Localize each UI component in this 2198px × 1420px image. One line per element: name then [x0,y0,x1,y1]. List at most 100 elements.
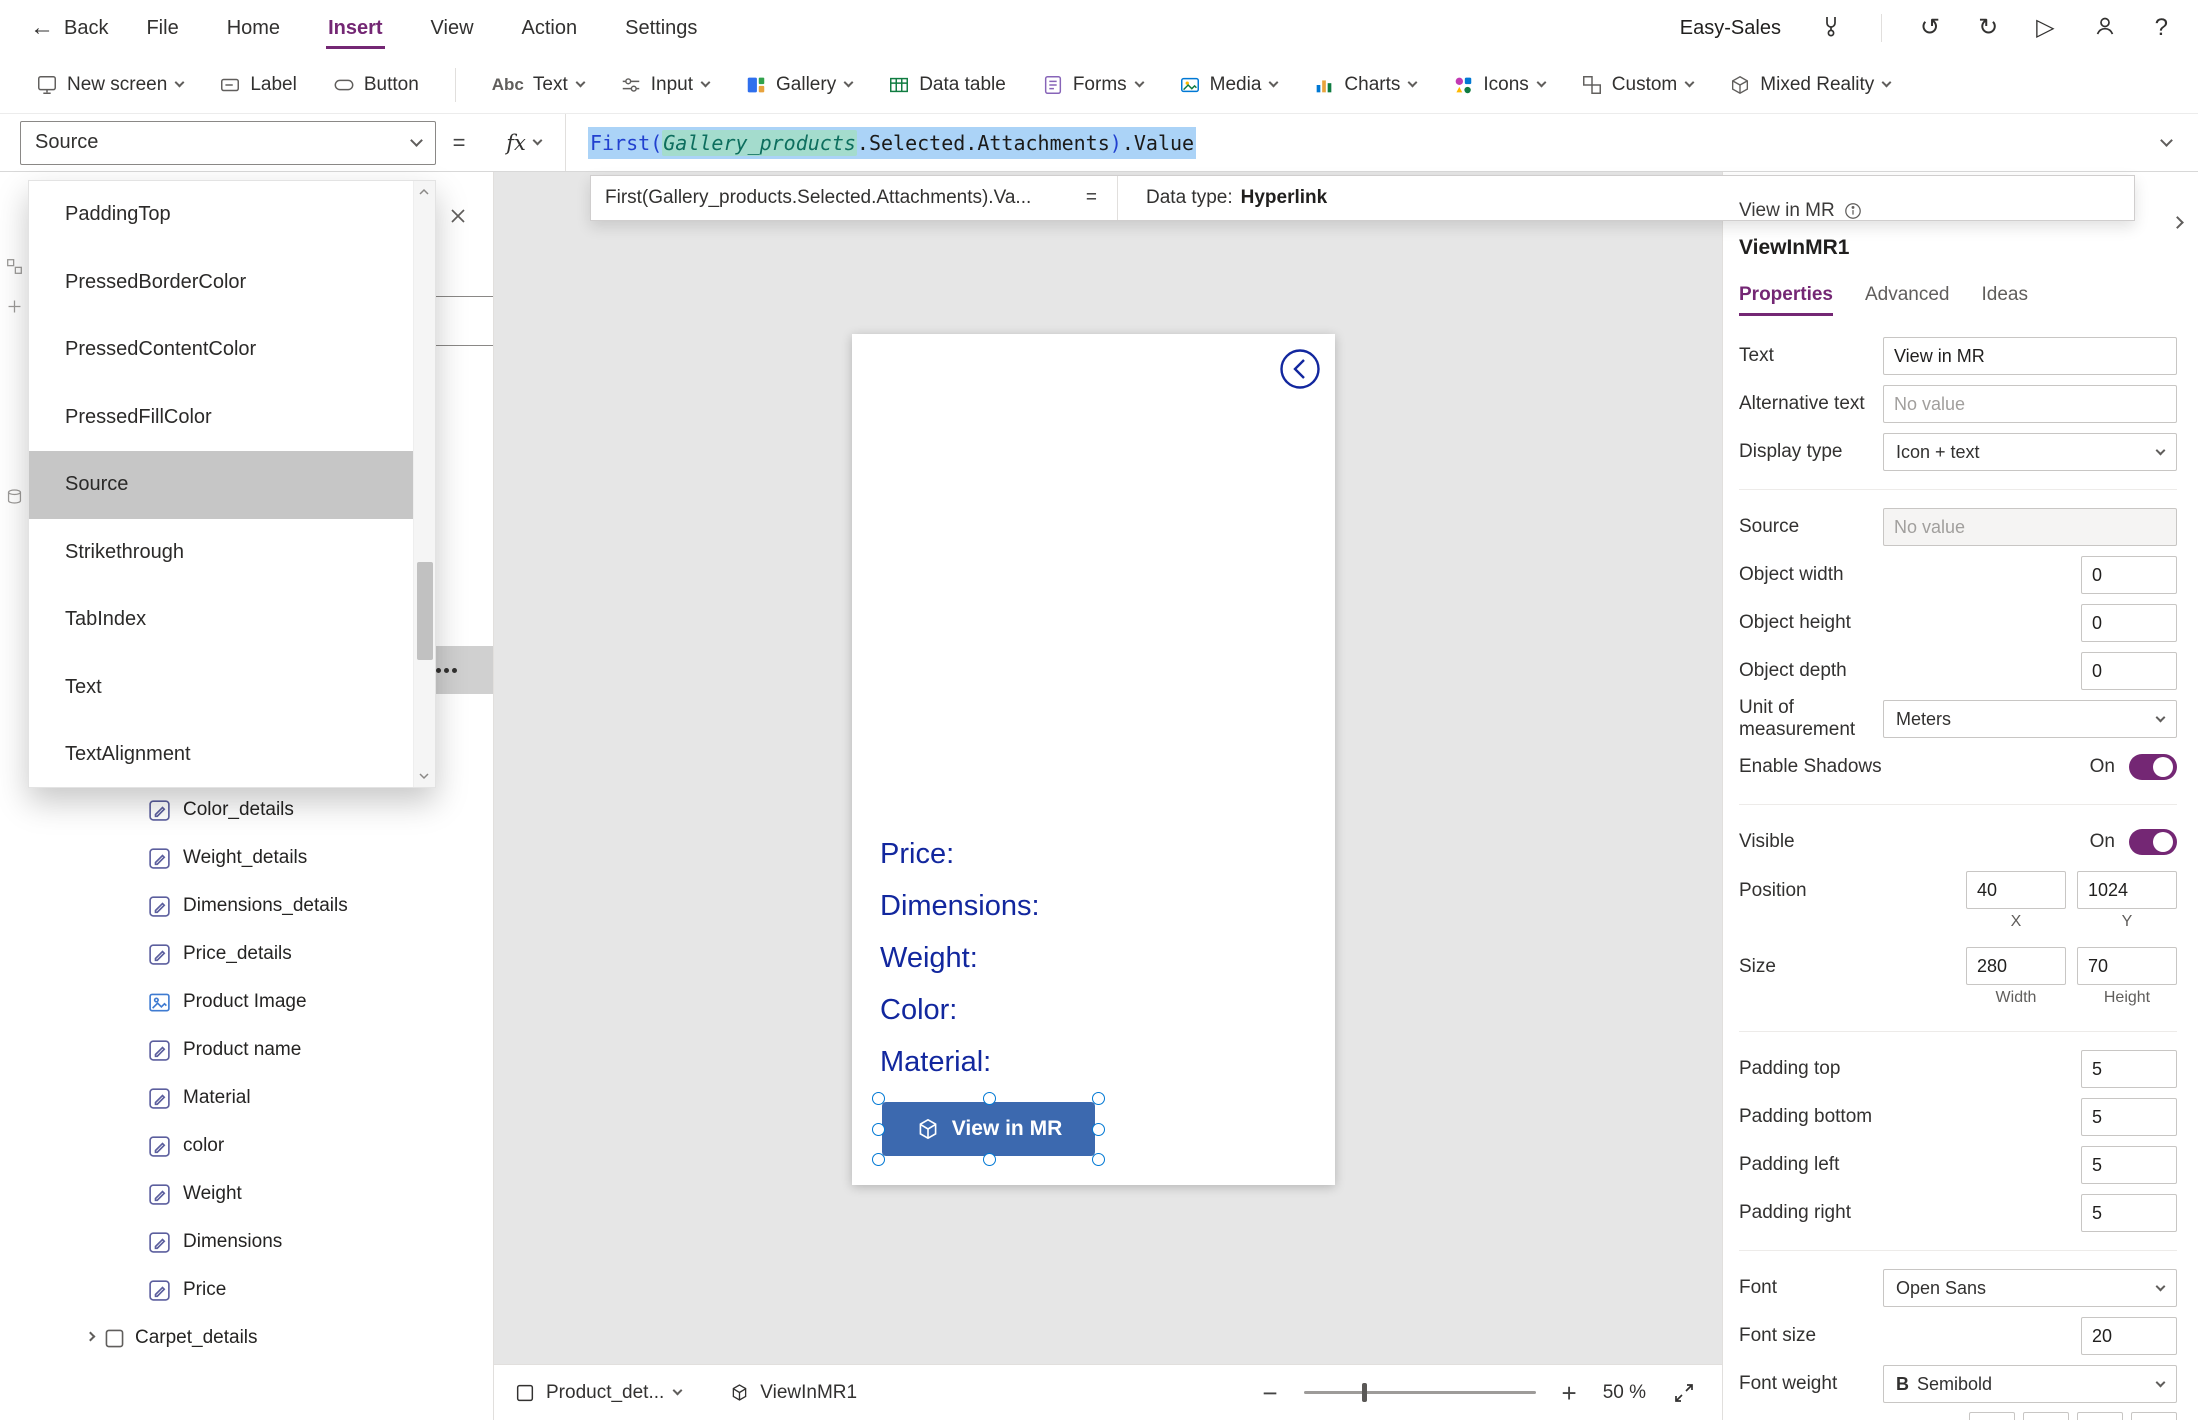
font-select[interactable]: Open Sans [1883,1269,2177,1307]
menu-home[interactable]: Home [223,0,284,56]
dimensions-label[interactable]: Dimensions: [880,880,1040,932]
dropdown-item-text[interactable]: Text [29,654,413,722]
ribbon-forms[interactable]: Forms [1042,74,1143,96]
selection-handle[interactable] [983,1153,996,1166]
price-label[interactable]: Price: [880,828,1040,880]
display-type-select[interactable]: Icon + text [1883,433,2177,471]
dropdown-item-textalignment[interactable]: TextAlignment [29,721,413,789]
object-width-input[interactable] [2081,556,2177,594]
tree-item-product-image[interactable]: Product Image [0,978,493,1026]
tree-item-weight[interactable]: Weight [0,1170,493,1218]
tree-item-price[interactable]: Price [0,1266,493,1314]
redo-icon[interactable]: ↻ [1978,16,1998,40]
zoom-out-icon[interactable]: − [1262,1380,1277,1406]
close-panel-icon[interactable] [448,206,468,226]
profile-icon[interactable] [2093,14,2117,43]
tree-item-material[interactable]: Material [0,1074,493,1122]
menu-settings[interactable]: Settings [621,0,701,56]
more-options-icon[interactable] [436,668,441,673]
scroll-down-icon[interactable] [419,771,429,781]
insert-rail-icon[interactable] [6,298,23,315]
menu-view[interactable]: View [427,0,478,56]
selection-handle[interactable] [1092,1153,1105,1166]
selection-handle[interactable] [872,1153,885,1166]
tab-properties[interactable]: Properties [1739,284,1833,316]
size-height-input[interactable] [2077,947,2177,985]
ribbon-text[interactable]: Abc Text [492,74,584,96]
material-label[interactable]: Material: [880,1036,1040,1088]
ribbon-charts[interactable]: Charts [1313,74,1416,96]
chevron-right-icon[interactable] [86,1331,96,1341]
ribbon-mixed-reality[interactable]: Mixed Reality [1729,74,1890,96]
source-property-input[interactable] [1883,508,2177,546]
ribbon-label-control[interactable]: Label [219,74,297,96]
align-right-icon[interactable] [2077,1412,2123,1420]
object-depth-input[interactable] [2081,652,2177,690]
fullscreen-icon[interactable] [1672,1381,1696,1405]
selection-handle[interactable] [983,1092,996,1105]
ribbon-gallery[interactable]: Gallery [745,74,852,96]
ribbon-media[interactable]: Media [1179,74,1278,96]
tree-item-carpet-details[interactable]: Carpet_details [0,1314,493,1362]
back-circle-icon[interactable] [1278,347,1322,391]
selection-handle[interactable] [1092,1123,1105,1136]
tree-item-color[interactable]: color [0,1122,493,1170]
weight-label[interactable]: Weight: [880,932,1040,984]
dropdown-item-tabindex[interactable]: TabIndex [29,586,413,654]
formula-input[interactable]: First(Gallery_products.Selected.Attachme… [566,114,2134,171]
ribbon-new-screen[interactable]: New screen [36,74,183,96]
selection-handle[interactable] [872,1092,885,1105]
selection-handle[interactable] [1092,1092,1105,1105]
color-label[interactable]: Color: [880,984,1040,1036]
position-x-input[interactable] [1966,871,2066,909]
help-icon[interactable]: ? [2155,16,2168,40]
unit-select[interactable]: Meters [1883,700,2177,738]
ribbon-data-table[interactable]: Data table [888,74,1006,96]
menu-insert[interactable]: Insert [324,0,386,56]
dropdown-item-pressedfillcolor[interactable]: PressedFillColor [29,384,413,452]
dropdown-item-paddingtop[interactable]: PaddingTop [29,181,413,249]
font-weight-select[interactable]: B Semibold [1883,1365,2177,1403]
padding-top-input[interactable] [2081,1050,2177,1088]
enable-shadows-toggle[interactable] [2129,754,2177,780]
padding-bottom-input[interactable] [2081,1098,2177,1136]
zoom-slider[interactable] [1304,1391,1536,1394]
dropdown-item-strikethrough[interactable]: Strikethrough [29,519,413,587]
align-left-icon[interactable] [1969,1412,2015,1420]
back-button[interactable]: ← Back [30,16,108,40]
tree-item-color-details[interactable]: Color_details [0,786,493,834]
scroll-up-icon[interactable] [419,187,429,197]
zoom-in-icon[interactable]: + [1562,1380,1577,1406]
alt-text-property-input[interactable] [1883,385,2177,423]
tree-item-product-name[interactable]: Product name [0,1026,493,1074]
screen-selector[interactable]: Product_det... [514,1382,681,1404]
scrollbar-thumb[interactable] [417,562,433,660]
padding-right-input[interactable] [2081,1194,2177,1232]
align-justify-icon[interactable] [2131,1412,2177,1420]
formula-bar-expand-button[interactable] [2134,140,2198,145]
dropdown-item-pressedbordercolor[interactable]: PressedBorderColor [29,249,413,317]
font-size-input[interactable] [2081,1317,2177,1355]
play-icon[interactable]: ▷ [2036,16,2054,40]
align-center-icon[interactable] [2023,1412,2069,1420]
tree-item-dimensions[interactable]: Dimensions [0,1218,493,1266]
ribbon-input[interactable]: Input [620,74,709,96]
selected-control-indicator[interactable]: ViewInMR1 [729,1382,857,1404]
text-property-input[interactable] [1883,337,2177,375]
menu-action[interactable]: Action [518,0,582,56]
phone-screen[interactable]: Price: Dimensions: Weight: Color: Materi… [852,334,1335,1185]
ribbon-icons[interactable]: Icons [1452,74,1544,96]
data-rail-icon[interactable] [6,488,23,505]
tree-item-dimensions-details[interactable]: Dimensions_details [0,882,493,930]
property-selector[interactable]: Source [20,121,436,165]
selection-handle[interactable] [872,1123,885,1136]
size-width-input[interactable] [1966,947,2066,985]
position-y-input[interactable] [2077,871,2177,909]
tab-advanced[interactable]: Advanced [1865,284,1950,316]
dropdown-item-source[interactable]: Source [29,451,413,519]
tab-ideas[interactable]: Ideas [1982,284,2028,316]
undo-icon[interactable]: ↺ [1920,16,1940,40]
design-canvas[interactable]: Price: Dimensions: Weight: Color: Materi… [494,172,1722,1364]
info-icon[interactable] [1844,202,1862,220]
ribbon-custom[interactable]: Custom [1581,74,1693,96]
